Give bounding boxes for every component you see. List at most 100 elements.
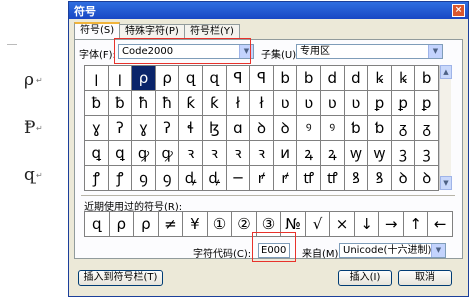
symbol-cell[interactable]: ɮ	[203, 116, 227, 141]
symbol-cell[interactable]: ꝛ	[226, 141, 251, 166]
insert-button[interactable]: 插入(I)	[338, 270, 392, 286]
scroll-down-icon[interactable]: ▼	[440, 176, 452, 190]
tab-symbol-bar[interactable]: 符号栏(Y)	[184, 24, 240, 39]
symbol-cell[interactable]: ƙ	[203, 91, 227, 116]
symbol-cell[interactable]: ꝷ	[321, 166, 345, 191]
symbol-cell[interactable]: ꝃ	[368, 66, 392, 91]
symbol-cell[interactable]: ꝑ	[391, 91, 416, 116]
recent-symbol-cell[interactable]: →	[379, 212, 404, 237]
recent-symbol-cell[interactable]: ↓	[354, 212, 380, 237]
symbol-cell[interactable]: ꝺ	[391, 166, 416, 191]
symbol-cell[interactable]: ɬ	[179, 116, 203, 141]
symbol-cell[interactable]: ʋ	[344, 91, 369, 116]
recent-symbol-cell[interactable]: ①	[207, 212, 233, 237]
symbol-cell[interactable]: զ	[203, 66, 227, 91]
symbol-cell[interactable]: զ	[179, 66, 203, 91]
symbol-cell[interactable]: b	[273, 66, 298, 91]
symbol-cell[interactable]: ɑ	[226, 116, 251, 141]
symbol-cell[interactable]: ħ	[155, 91, 180, 116]
recent-symbol-cell[interactable]: ↑	[403, 212, 429, 237]
symbol-cell[interactable]: ᵹ	[415, 116, 439, 141]
symbol-cell[interactable]: ꝛ	[179, 141, 203, 166]
scroll-up-icon[interactable]: ▲	[440, 65, 452, 79]
symbol-cell[interactable]: ꝺ	[250, 116, 274, 141]
symbol-cell[interactable]: ꝃ	[391, 66, 416, 91]
symbol-cell[interactable]: ꝗ	[85, 141, 109, 166]
symbol-cell[interactable]: ħ	[132, 91, 156, 116]
symbol-cell[interactable]: ʋ	[321, 91, 345, 116]
symbol-cell[interactable]: ꝷ	[297, 166, 321, 191]
symbol-cell[interactable]: ρ	[132, 66, 156, 91]
symbol-cell[interactable]: ꞁ	[85, 66, 109, 91]
dialog-titlebar[interactable]: 符号 ×	[69, 2, 468, 19]
symbol-cell[interactable]: d	[344, 66, 369, 91]
symbol-cell[interactable]: ꝸ	[368, 166, 392, 191]
symbol-cell[interactable]: ł	[250, 91, 274, 116]
symbol-cell[interactable]: ꝑ	[415, 91, 439, 116]
symbol-cell[interactable]: ɣ	[85, 116, 109, 141]
symbol-cell[interactable]: ꝑ	[368, 91, 392, 116]
symbol-cell[interactable]: ʔ	[108, 116, 133, 141]
from-select[interactable]: Unicode(十六进制) ▼	[339, 243, 446, 258]
symbol-cell[interactable]: ─	[226, 166, 251, 191]
symbol-cell[interactable]: ꝱ	[203, 166, 227, 191]
recent-symbol-cell[interactable]: ≠	[158, 212, 184, 237]
recent-symbol-cell[interactable]: ρ	[109, 212, 135, 237]
symbol-cell[interactable]: ꝺ	[415, 166, 439, 191]
symbol-grid-scrollbar[interactable]: ▲ ▼	[439, 65, 452, 190]
symbol-cell[interactable]: ꝙ	[155, 141, 180, 166]
recent-symbol-cell[interactable]: √	[305, 212, 331, 237]
symbol-cell[interactable]: ꝯ	[155, 166, 180, 191]
symbol-cell[interactable]: ł	[226, 91, 251, 116]
symbol-cell[interactable]: ᴎ	[273, 141, 298, 166]
symbol-cell[interactable]: ꝡ	[368, 141, 392, 166]
symbol-cell[interactable]: b	[415, 66, 439, 91]
symbol-cell[interactable]: ꝭ	[85, 166, 109, 191]
symbol-cell[interactable]: ρ	[155, 66, 180, 91]
recent-symbol-cell[interactable]: ρ	[134, 212, 159, 237]
chevron-down-icon[interactable]: ▼	[431, 244, 445, 257]
symbol-cell[interactable]: ƀ	[85, 91, 109, 116]
symbol-cell[interactable]: ᵹ	[391, 116, 416, 141]
symbol-cell[interactable]: ꝛ	[250, 141, 274, 166]
symbol-cell[interactable]: ʋ	[273, 91, 298, 116]
symbol-cell[interactable]: ꝱ	[179, 166, 203, 191]
symbol-cell[interactable]: ꝸ	[344, 166, 369, 191]
symbol-cell[interactable]: ꝵ	[250, 166, 274, 191]
chevron-down-icon[interactable]: ▼	[428, 45, 442, 58]
symbol-cell[interactable]: ƅ	[344, 116, 369, 141]
symbol-cell[interactable]: ꟼ	[250, 66, 274, 91]
cancel-button[interactable]: 取消	[398, 270, 452, 286]
recent-symbol-cell[interactable]: ¥	[183, 212, 208, 237]
symbol-cell[interactable]: ꝰ	[321, 116, 345, 141]
symbol-cell[interactable]: ʋ	[297, 91, 321, 116]
insert-to-symbol-bar-button[interactable]: 插入到符号栏(T)	[78, 270, 163, 286]
symbol-cell[interactable]: ꝡ	[344, 141, 369, 166]
symbol-cell[interactable]: ꝺ	[273, 116, 298, 141]
symbol-cell[interactable]: ꝗ	[108, 141, 133, 166]
symbol-cell[interactable]: ꞁ	[108, 66, 133, 91]
symbol-cell[interactable]: ꝙ	[132, 141, 156, 166]
symbol-cell[interactable]: ƀ	[108, 91, 133, 116]
symbol-cell[interactable]: b	[297, 66, 321, 91]
recent-symbol-cell[interactable]: ×	[330, 212, 355, 237]
symbol-cell[interactable]: ꟼ	[226, 66, 251, 91]
recent-symbol-cell[interactable]: զ	[85, 212, 110, 237]
symbol-cell[interactable]: ꝝ	[297, 141, 321, 166]
subset-select[interactable]: 专用区 ▼	[296, 44, 443, 59]
symbol-cell[interactable]: ꝛ	[203, 141, 227, 166]
symbol-cell[interactable]: ƅ	[368, 116, 392, 141]
recent-symbol-cell[interactable]: ←	[428, 212, 453, 237]
symbol-cell[interactable]: ꝵ	[273, 166, 298, 191]
symbol-cell[interactable]: ꝫ	[415, 141, 439, 166]
symbol-cell[interactable]: ʔ	[155, 116, 180, 141]
symbol-cell[interactable]: ꝭ	[108, 166, 133, 191]
tab-special-characters[interactable]: 特殊字符(P)	[119, 24, 185, 39]
symbol-cell[interactable]: ꝝ	[321, 141, 345, 166]
symbol-cell[interactable]: ꝫ	[391, 141, 416, 166]
symbol-cell[interactable]: d	[321, 66, 345, 91]
symbol-cell[interactable]: ꝰ	[297, 116, 321, 141]
symbol-cell[interactable]: ꝯ	[132, 166, 156, 191]
close-button[interactable]: ×	[452, 4, 465, 17]
symbol-cell[interactable]: ɣ	[132, 116, 156, 141]
